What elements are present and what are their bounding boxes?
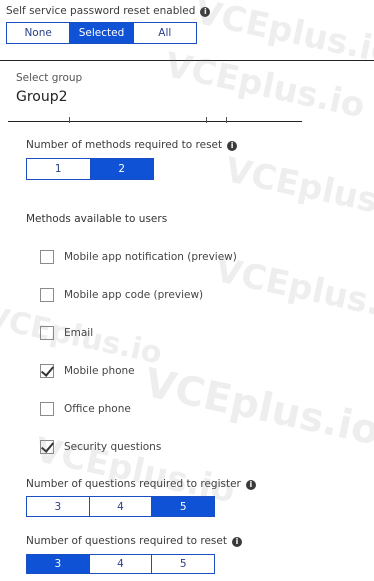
questions-register-segmented-control: 3 4 5 [26,496,215,517]
watermark: VCEplus.io [221,150,374,232]
sspr-option-none[interactable]: None [7,23,71,43]
method-label: Security questions [64,441,162,453]
checkbox[interactable] [40,326,54,340]
sspr-segmented-control: None Selected All [6,22,197,44]
divider-tick [206,117,207,123]
select-group-label: Select group [16,72,83,84]
methods-available-label: Methods available to users [26,213,168,225]
sspr-option-selected[interactable]: Selected [70,23,134,43]
method-office-phone[interactable]: Office phone [40,402,131,416]
checkbox-checked[interactable] [40,364,54,378]
info-icon[interactable]: i [227,141,238,151]
questions-register-option-3[interactable]: 3 [27,497,90,516]
methods-required-label-row: Number of methods required to reset i [26,139,238,151]
questions-reset-option-3[interactable]: 3 [27,555,90,573]
methods-required-option-1[interactable]: 1 [27,159,91,179]
questions-reset-label-row: Number of questions required to reset i [26,535,242,547]
methods-required-label: Number of methods required to reset [26,139,223,151]
questions-reset-label: Number of questions required to reset [26,535,227,547]
questions-register-option-4[interactable]: 4 [90,497,153,516]
questions-reset-segmented-control: 3 4 5 [26,554,215,574]
questions-register-label: Number of questions required to register [26,478,241,490]
method-security-questions[interactable]: Security questions [40,440,161,454]
divider [0,60,374,61]
info-icon[interactable]: i [245,480,256,490]
divider-tick [226,117,227,123]
info-icon[interactable]: i [200,7,211,17]
method-email[interactable]: Email [40,326,93,340]
divider [8,121,302,122]
watermark: VCEplus.io [161,45,369,127]
sspr-option-all[interactable]: All [134,23,196,43]
checkbox[interactable] [40,250,54,264]
select-group-value[interactable]: Group2 [16,89,68,105]
watermark: VCEplus.io [140,360,374,455]
method-label: Email [64,327,94,339]
checkbox[interactable] [40,288,54,302]
method-mobile-phone[interactable]: Mobile phone [40,364,135,378]
questions-reset-option-4[interactable]: 4 [90,555,153,573]
method-label: Mobile app code (preview) [64,289,204,301]
method-label: Mobile app notification (preview) [64,251,237,263]
questions-reset-option-5[interactable]: 5 [152,555,214,573]
method-label: Office phone [64,403,131,415]
methods-required-option-2[interactable]: 2 [90,159,153,179]
watermark: VCEplus.io [191,0,374,74]
checkbox[interactable] [40,402,54,416]
sspr-label: Self service password reset enabled [6,5,196,17]
methods-required-segmented-control: 1 2 [26,158,154,180]
method-mobile-app-code[interactable]: Mobile app code (preview) [40,288,203,302]
sspr-label-row: Self service password reset enabled i [6,5,211,17]
questions-register-label-row: Number of questions required to register… [26,478,256,490]
method-label: Mobile phone [64,365,135,377]
questions-register-option-5[interactable]: 5 [152,497,215,516]
divider-tick [69,117,70,123]
method-mobile-app-notification[interactable]: Mobile app notification (preview) [40,250,237,264]
info-icon[interactable]: i [231,537,242,547]
checkbox-checked[interactable] [40,440,54,454]
